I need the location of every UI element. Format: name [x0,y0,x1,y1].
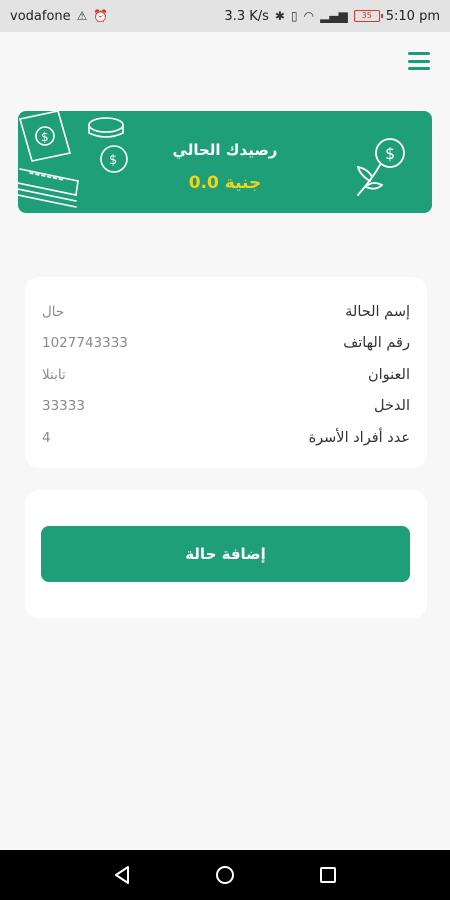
case-name-label: إسم الحالة [345,303,410,320]
income-label: الدخل [373,398,410,415]
carrier-name: vodafone [10,8,71,24]
info-row-address: تابتلا العنوان [42,359,410,391]
address-value: تابتلا [42,366,66,383]
status-bar: vodafone ⚠ ⏰ 3.3 K/s ✱ ▯ ◠ ▂▄▆ 35 5:10 p… [0,0,450,32]
bluetooth-icon: ✱ [274,9,285,23]
info-row-family-members: 4 عدد أفراد الأسرة [42,422,410,454]
family-members-label: عدد أفراد الأسرة [308,429,410,446]
back-icon [114,866,129,884]
battery-level: 35 [361,11,372,20]
home-icon [215,866,234,884]
recents-icon [320,867,337,883]
case-name-value: حال [42,303,65,320]
phone-value: 1027743333 [42,335,128,352]
warning-icon: ⚠ [76,9,88,23]
case-info-card: حال إسم الحالة 1027743333 رقم الهاتف تاب… [25,277,427,468]
alarm-icon: ⏰ [93,9,109,23]
wifi-icon: ◠ [303,9,315,23]
clock: 5:10 pm [385,8,440,24]
add-case-button[interactable]: إضافة حالة [41,526,410,582]
balance-card: $ $ رصيدك الحالي 0.0 جنية $ [18,111,432,213]
navigation-bar [0,850,450,900]
menu-icon [408,52,430,55]
home-button[interactable] [205,855,245,895]
info-row-phone: 1027743333 رقم الهاتف [42,328,410,360]
phone-label: رقم الهاتف [343,335,410,352]
family-members-value: 4 [42,429,51,446]
vibrate-icon: ▯ [290,9,298,23]
info-row-case-name: حال إسم الحالة [42,296,410,328]
recents-button[interactable] [308,855,348,895]
income-value: 33333 [42,398,85,415]
back-button[interactable] [102,855,142,895]
info-row-income: 33333 الدخل [42,391,410,423]
action-card: إضافة حالة [25,490,427,618]
address-label: العنوان [368,366,410,383]
network-speed: 3.3 K/s [224,8,269,24]
coin-plant-icon: $ [356,138,405,196]
money-illustration-icon: $ $ [18,111,128,208]
signal-icon: ▂▄▆ [320,9,348,23]
menu-button[interactable] [408,52,430,70]
battery-icon: 35 [353,10,383,22]
svg-text:$: $ [385,144,395,163]
